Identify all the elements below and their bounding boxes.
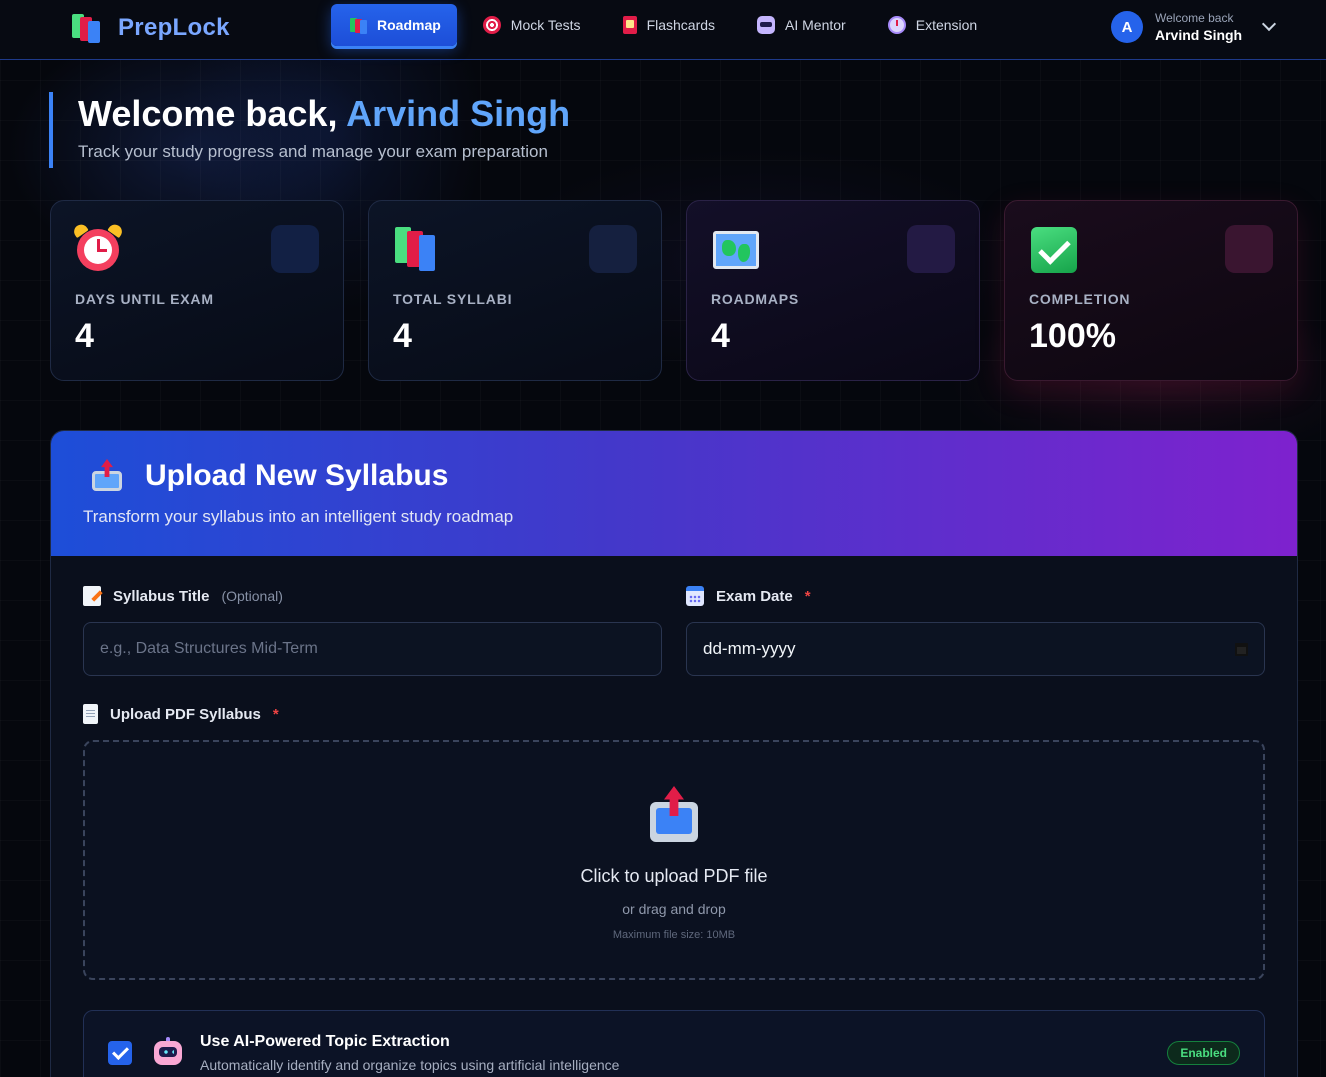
books-icon <box>393 225 441 273</box>
tab-mock-tests[interactable]: Mock Tests <box>465 4 597 46</box>
upload-pdf-label: Upload PDF Syllabus * <box>83 704 1265 724</box>
target-icon <box>482 16 501 34</box>
stat-corner-decoration <box>589 225 637 273</box>
required-asterisk: * <box>804 587 811 605</box>
upload-header: Upload New Syllabus Transform your sylla… <box>51 431 1297 556</box>
required-asterisk: * <box>272 705 279 723</box>
page-title-username: Arvind Singh <box>346 93 571 134</box>
user-menu[interactable]: A Welcome back Arvind Singh <box>1111 11 1277 43</box>
syllabus-title-input[interactable] <box>100 640 645 658</box>
tab-flashcards[interactable]: Flashcards <box>605 4 731 46</box>
tab-ai-mentor-label: AI Mentor <box>785 17 846 33</box>
robot-icon <box>152 1037 184 1067</box>
syllabus-title-label-text: Syllabus Title <box>113 587 210 605</box>
stat-value: 4 <box>711 317 730 355</box>
dropzone-max-size: Maximum file size: 10MB <box>612 929 736 941</box>
date-picker-icon[interactable] <box>1235 642 1248 656</box>
exam-date-label-text: Exam Date <box>716 587 793 605</box>
page-title-prefix: Welcome back, <box>78 93 347 134</box>
upload-pdf-label-text: Upload PDF Syllabus <box>110 705 261 723</box>
flashcards-icon <box>622 16 637 34</box>
chevron-down-icon[interactable] <box>1262 16 1277 32</box>
syllabus-title-group: Syllabus Title (Optional) <box>83 586 662 676</box>
dropzone-title: Click to upload PDF file <box>580 866 768 886</box>
stat-corner-decoration <box>271 225 319 273</box>
stat-card-total-syllabi: TOTAL SYLLABI 4 <box>368 200 662 381</box>
syllabus-title-field-wrapper <box>83 622 662 676</box>
alarm-clock-icon <box>71 221 125 273</box>
stat-label: ROADMAPS <box>711 291 800 307</box>
exam-date-input[interactable]: dd-mm-yyyy <box>686 622 1265 676</box>
outbox-tray-icon <box>91 459 125 493</box>
tab-ai-mentor[interactable]: AI Mentor <box>739 4 862 46</box>
ai-extraction-checkbox[interactable] <box>108 1041 132 1065</box>
stat-label: TOTAL SYLLABI <box>393 291 513 307</box>
tab-mock-tests-label: Mock Tests <box>510 17 581 33</box>
books-logo-icon <box>70 12 104 44</box>
calendar-icon <box>686 586 704 606</box>
stat-card-completion: COMPLETION 100% <box>1004 200 1298 381</box>
page-title: Welcome back, Arvind Singh <box>78 92 570 136</box>
page-icon <box>83 704 98 724</box>
avatar[interactable]: A <box>1111 11 1143 43</box>
dropzone-subtitle: or drag and drop <box>622 901 726 917</box>
exam-date-group: Exam Date * dd-mm-yyyy <box>686 586 1265 676</box>
tab-extension[interactable]: Extension <box>870 4 993 46</box>
stat-corner-decoration <box>1225 225 1273 273</box>
stat-value: 4 <box>393 317 412 355</box>
welcome-header: Welcome back, Arvind Singh Track your st… <box>49 92 570 168</box>
upload-subtitle: Transform your syllabus into an intellig… <box>83 507 514 526</box>
user-welcome-text: Welcome back <box>1155 11 1234 25</box>
roadmap-icon <box>349 16 367 34</box>
brand[interactable]: PrepLock <box>70 12 230 44</box>
optional-tag: (Optional) <box>221 588 283 604</box>
stat-value: 4 <box>75 317 94 355</box>
exam-date-value: dd-mm-yyyy <box>703 639 796 658</box>
upload-title: Upload New Syllabus <box>145 459 449 492</box>
robot-icon <box>757 16 776 34</box>
ai-extraction-text: Use AI-Powered Topic Extraction Automati… <box>200 1031 1167 1073</box>
stat-label: DAYS UNTIL EXAM <box>75 291 214 307</box>
user-info: Welcome back Arvind Singh <box>1155 11 1242 43</box>
ai-extraction-description: Automatically identify and organize topi… <box>200 1057 620 1073</box>
stat-card-days-until-exam: DAYS UNTIL EXAM 4 <box>50 200 344 381</box>
tab-roadmap[interactable]: Roadmap <box>331 4 457 46</box>
stat-label: COMPLETION <box>1029 291 1131 307</box>
upload-tray-icon <box>650 786 698 844</box>
check-mark-icon <box>1029 225 1077 273</box>
tab-flashcards-label: Flashcards <box>646 17 716 33</box>
tab-roadmap-label: Roadmap <box>377 17 441 33</box>
stat-card-roadmaps: ROADMAPS 4 <box>686 200 980 381</box>
stat-value: 100% <box>1029 317 1116 355</box>
exam-date-label: Exam Date * <box>686 586 1265 606</box>
stopwatch-icon <box>887 16 906 34</box>
top-navbar: PrepLock Roadmap Mock Tests Flashcards A… <box>0 0 1326 60</box>
ai-extraction-title: Use AI-Powered Topic Extraction <box>200 1033 450 1050</box>
tab-extension-label: Extension <box>915 17 978 33</box>
brand-name: PrepLock <box>118 14 230 41</box>
upload-form: Syllabus Title (Optional) Exam Date * dd… <box>51 556 1297 1077</box>
page-subtitle: Track your study progress and manage you… <box>78 142 548 161</box>
stats-row: DAYS UNTIL EXAM 4 TOTAL SYLLABI 4 ROADMA… <box>50 200 1298 381</box>
stat-corner-decoration <box>907 225 955 273</box>
pdf-dropzone[interactable]: Click to upload PDF file or drag and dro… <box>83 740 1265 980</box>
user-name: Arvind Singh <box>1155 27 1243 43</box>
syllabus-title-label: Syllabus Title (Optional) <box>83 586 662 606</box>
upload-syllabus-card: Upload New Syllabus Transform your sylla… <box>50 430 1298 1077</box>
status-badge: Enabled <box>1167 1041 1240 1065</box>
memo-icon <box>83 586 101 606</box>
nav-tabs: Roadmap Mock Tests Flashcards AI Mentor … <box>331 4 1001 46</box>
ai-extraction-option: Use AI-Powered Topic Extraction Automati… <box>83 1010 1265 1077</box>
world-map-icon <box>711 225 759 273</box>
